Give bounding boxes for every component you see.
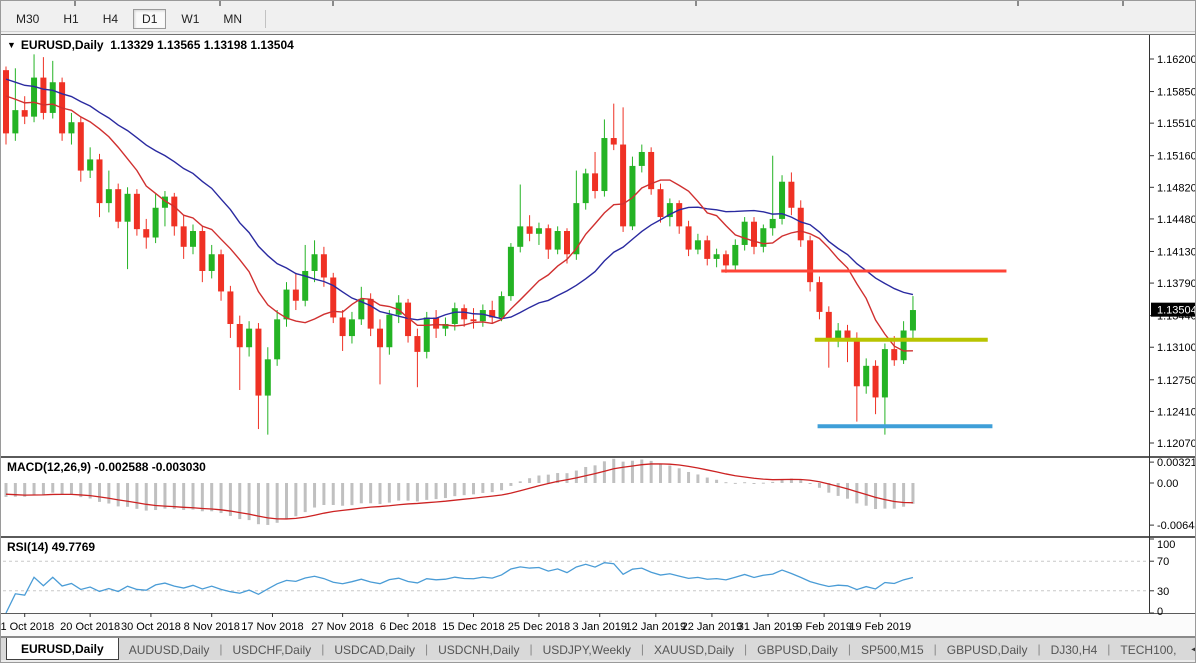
chart-frame[interactable] [1,34,1196,636]
chart-tab-gbpusd-daily[interactable]: GBPUSD,Daily [937,638,1038,660]
rsi-pane-title: RSI(14) 49.7769 [7,540,95,554]
chart-tabstrip: EURUSD,DailyAUDUSD,Daily|USDCHF,Daily|US… [1,637,1196,660]
toolbar-separator [265,10,266,28]
macd-label: MACD(12,26,9) [7,460,91,474]
timeframe-button-mn[interactable]: MN [214,9,251,29]
chart-tab-dj30-h4[interactable]: DJ30,H4 [1041,638,1108,660]
macd-pane-title: MACD(12,26,9) -0.002588 -0.003030 [7,460,206,474]
chart-tab-tech100[interactable]: TECH100, [1110,638,1186,660]
mt4-window: M30H1H4D1W1MN 1.162001.158501.155101.151… [0,0,1196,663]
tab-scroll-buttons: ◄► [1186,638,1196,660]
symbol-dropdown-icon[interactable]: ▼ [7,40,16,50]
timeframe-button-m30[interactable]: M30 [7,9,48,29]
rsi-label: RSI(14) [7,540,48,554]
chart-tab-eurusd-daily[interactable]: EURUSD,Daily [6,638,119,660]
symbol-label: EURUSD,Daily [21,38,104,52]
tab-scroll-left-icon[interactable]: ◄ [1186,644,1196,654]
chart-tab-usdjpy-weekly[interactable]: USDJPY,Weekly [533,638,641,660]
timeframe-button-h1[interactable]: H1 [54,9,87,29]
chart-tab-audusd-daily[interactable]: AUDUSD,Daily [119,638,220,660]
timeframe-button-w1[interactable]: W1 [172,9,208,29]
timeframe-button-d1[interactable]: D1 [133,9,166,29]
ohlc-values: 1.13329 1.13565 1.13198 1.13504 [110,38,294,52]
rsi-value: 49.7769 [52,540,95,554]
price-pane-title: ▼ EURUSD,Daily 1.13329 1.13565 1.13198 1.… [7,38,294,52]
timeframe-button-h4[interactable]: H4 [94,9,127,29]
chart-tab-sp500-m15[interactable]: SP500,M15 [851,638,934,660]
chart-tab-usdchf-daily[interactable]: USDCHF,Daily [223,638,322,660]
chart-tab-usdcnh-daily[interactable]: USDCNH,Daily [428,638,529,660]
chart-tab-xauusd-daily[interactable]: XAUUSD,Daily [644,638,744,660]
chart-tab-gbpusd-daily[interactable]: GBPUSD,Daily [747,638,848,660]
chart-tab-usdcad-daily[interactable]: USDCAD,Daily [324,638,425,660]
macd-values: -0.002588 -0.003030 [94,460,205,474]
timeframe-toolbar: M30 H1 H4 D1 W1 MN [1,6,1195,32]
